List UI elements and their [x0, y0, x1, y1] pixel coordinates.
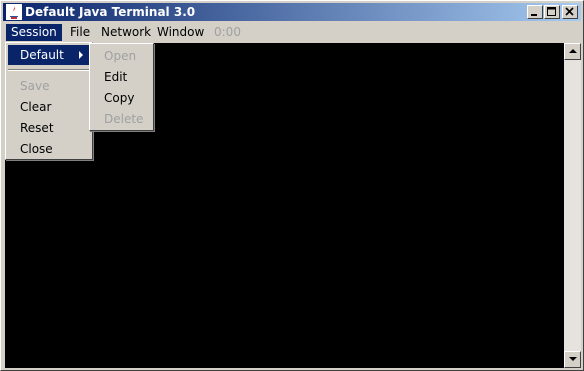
submenu-arrow-icon	[79, 51, 83, 59]
menu-item-reset[interactable]: Reset	[8, 118, 90, 138]
menu-network[interactable]: Network	[96, 24, 156, 41]
menu-separator	[8, 69, 90, 71]
menu-window[interactable]: Window	[152, 24, 209, 41]
scroll-up-button[interactable]	[564, 43, 581, 60]
menu-item-delete[interactable]: Delete	[92, 109, 151, 129]
menu-item-edit[interactable]: Edit	[92, 67, 151, 87]
menu-item-copy[interactable]: Copy	[92, 88, 151, 108]
window-title: Default Java Terminal 3.0	[25, 5, 196, 19]
arrow-up-icon	[569, 49, 577, 53]
title-bar[interactable]: Default Java Terminal 3.0	[3, 3, 581, 21]
maximize-button[interactable]	[544, 5, 560, 19]
vertical-scrollbar[interactable]	[564, 43, 581, 368]
menu-session[interactable]: Session	[6, 24, 62, 41]
menu-item-default-label: Default	[20, 48, 64, 62]
menu-item-close[interactable]: Close	[8, 139, 90, 159]
minimize-icon	[531, 14, 537, 16]
java-app-icon	[6, 4, 22, 20]
app-window: Default Java Terminal 3.0 Session File N…	[0, 0, 584, 371]
close-icon	[565, 7, 574, 16]
minimize-button[interactable]	[527, 5, 543, 19]
arrow-down-icon	[569, 357, 577, 361]
menu-file[interactable]: File	[65, 24, 95, 41]
menu-item-open[interactable]: Open	[92, 46, 151, 66]
menu-item-default[interactable]: Default	[8, 45, 90, 65]
menu-item-clear[interactable]: Clear	[8, 97, 90, 117]
menu-bar: Session File Network Window 0:00	[3, 22, 581, 43]
scroll-down-button[interactable]	[564, 351, 581, 368]
close-button[interactable]	[562, 5, 578, 19]
menu-item-save[interactable]: Save	[8, 76, 90, 96]
session-timer: 0:00	[214, 25, 241, 39]
default-submenu: Open Edit Copy Delete	[89, 43, 154, 131]
maximize-icon	[547, 7, 556, 16]
session-menu: Default Save Clear Reset Close	[5, 42, 93, 160]
